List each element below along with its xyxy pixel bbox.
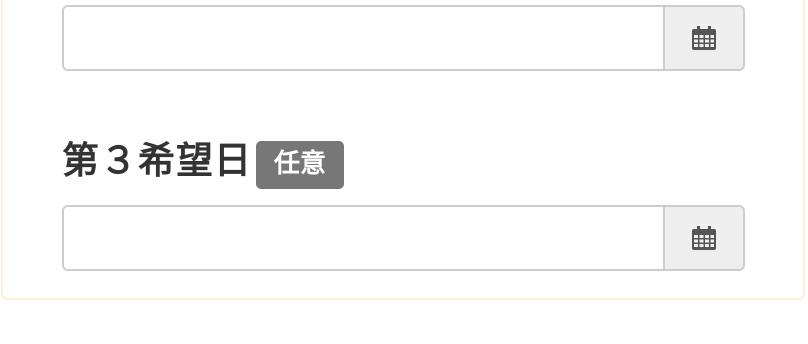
field-label-3: 第３希望日 任意 [62,136,345,189]
field-label-text: 第３希望日 [62,139,252,182]
date-field-3 [62,205,745,271]
calendar-button-3[interactable] [663,207,743,269]
calendar-icon [691,25,717,51]
optional-badge: 任意 [256,141,345,189]
calendar-button-2[interactable] [663,7,743,69]
date-input-2[interactable] [64,7,663,69]
calendar-icon [691,225,717,251]
date-input-3[interactable] [64,207,663,269]
date-field-2 [62,5,745,71]
